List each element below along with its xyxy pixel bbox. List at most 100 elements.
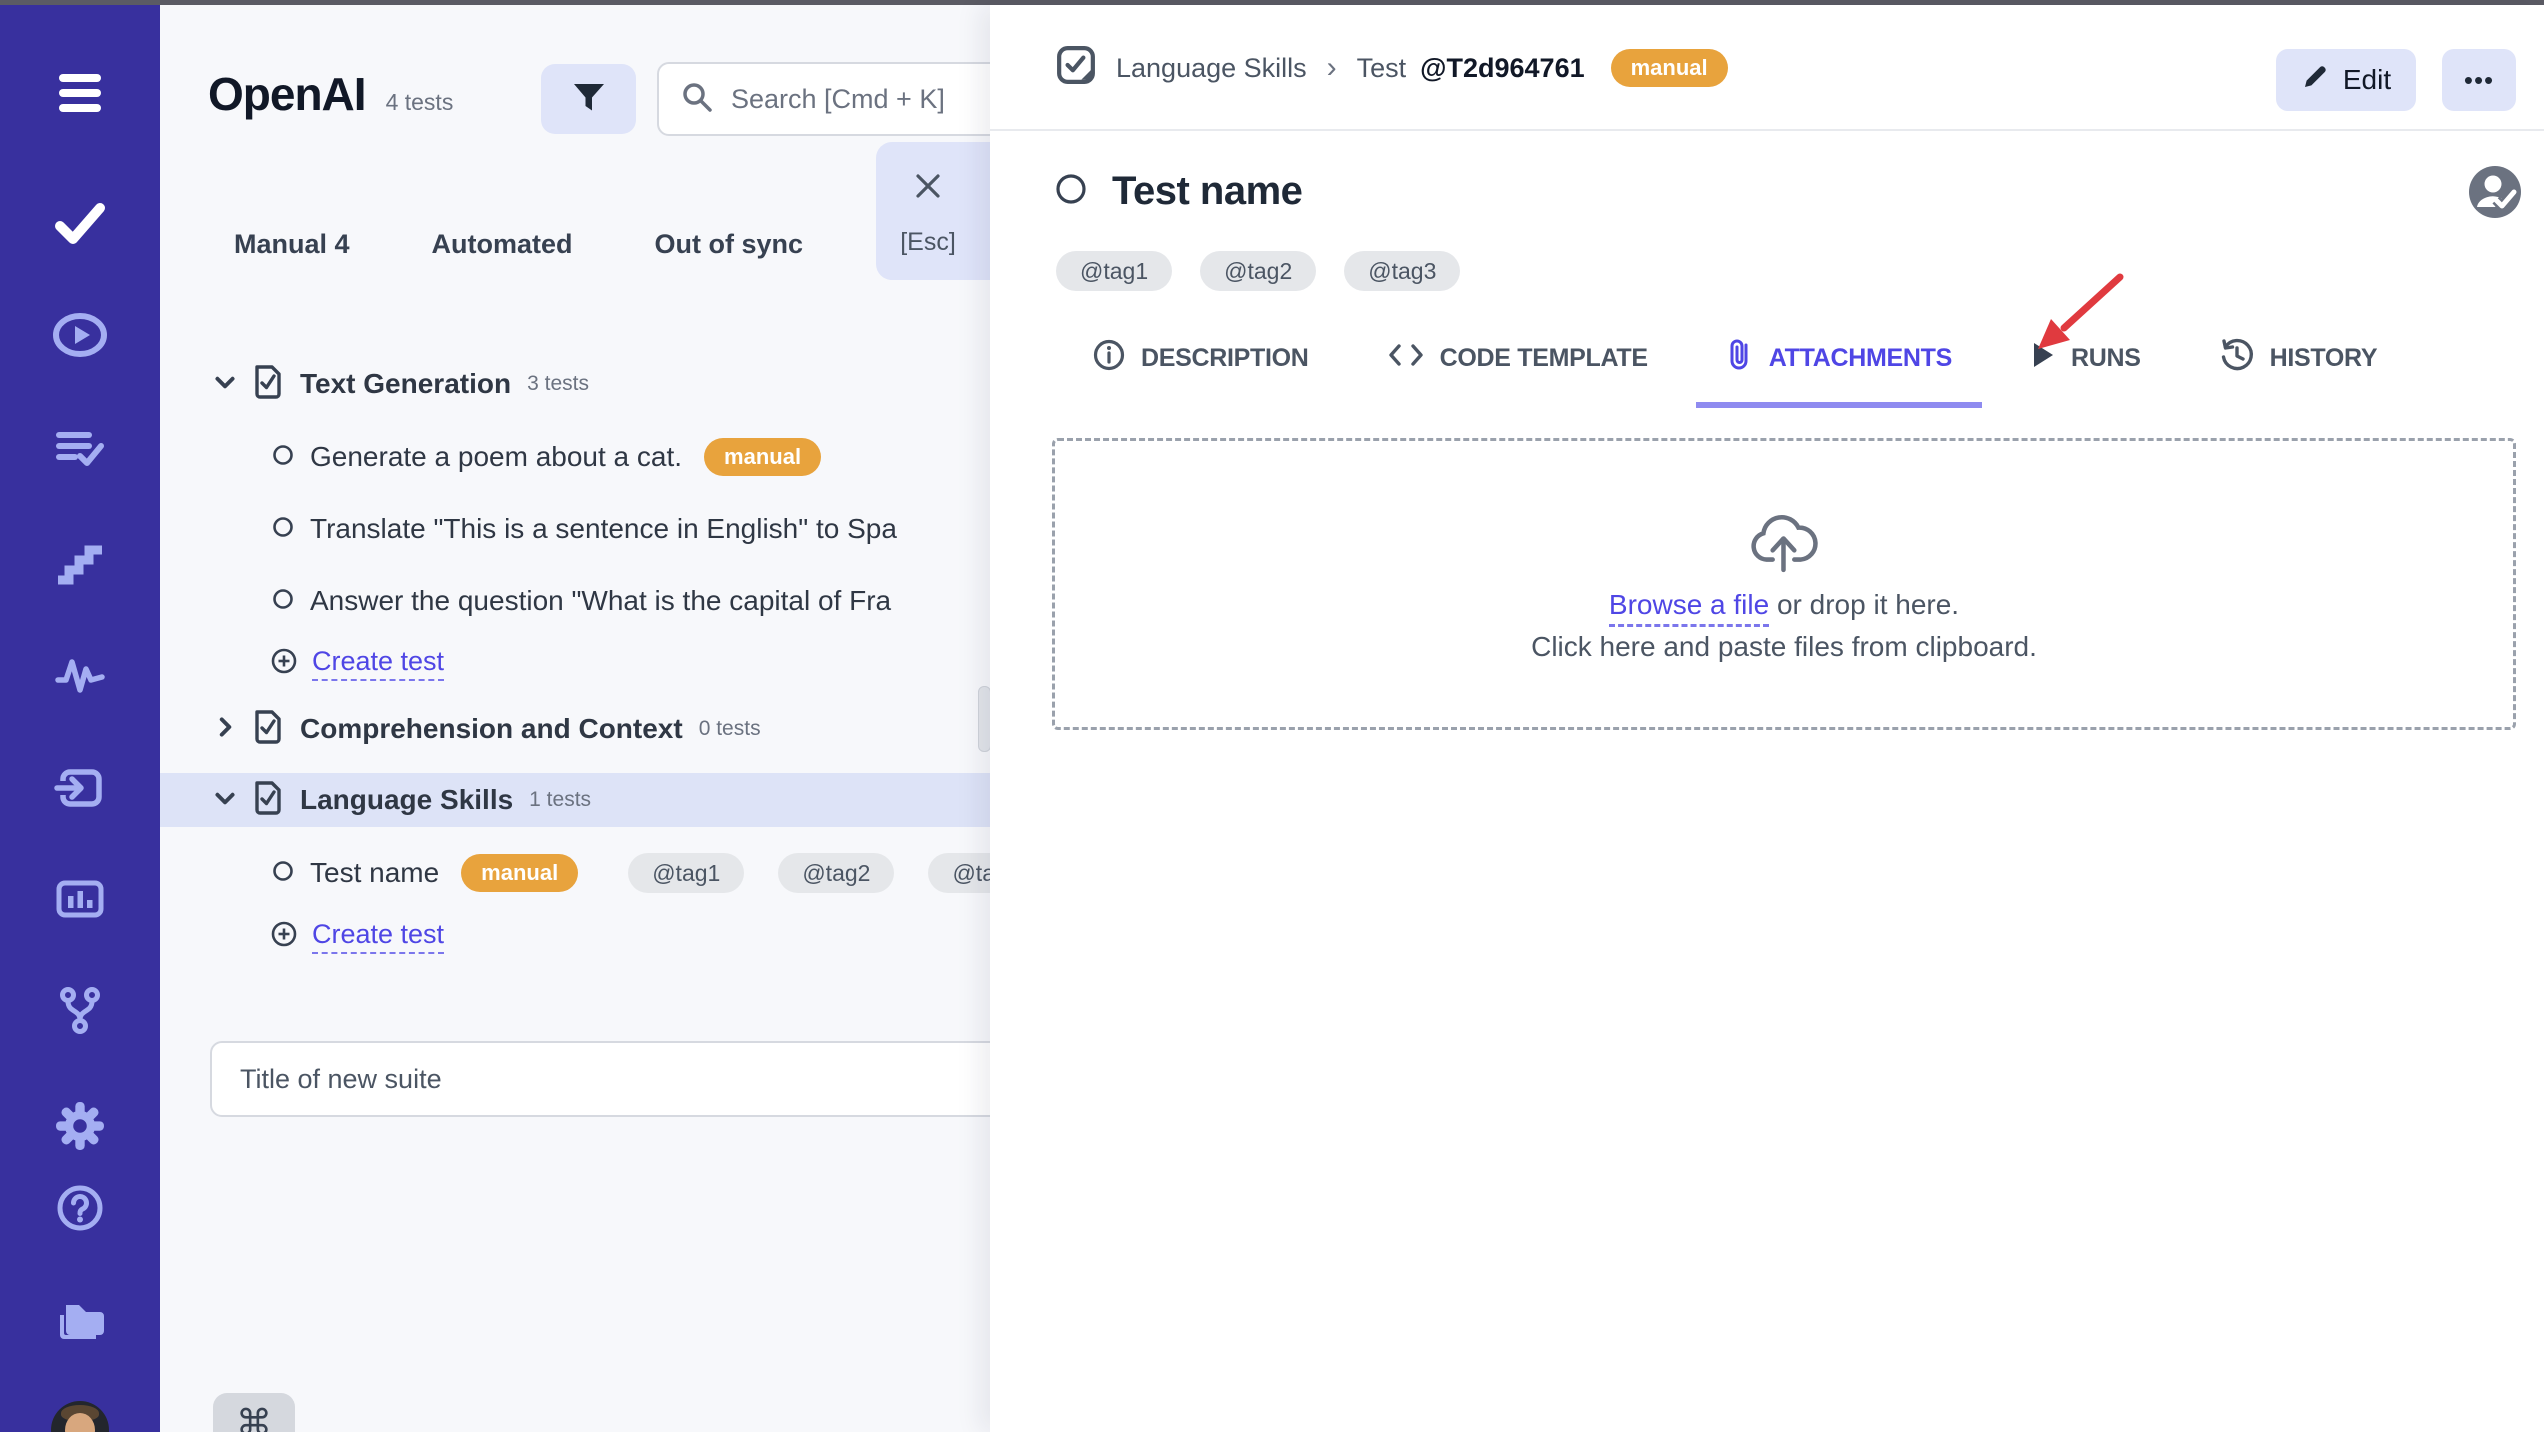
suite-row-text-generation[interactable]: Text Generation 3 tests [212,360,589,408]
suite-label: Comprehension and Context [300,713,683,744]
edit-button[interactable]: Edit [2276,49,2416,111]
tab-out-of-sync[interactable]: Out of sync [655,229,804,260]
dropzone-paste-line: Click here and paste files from clipboar… [1531,630,2037,662]
help-icon[interactable] [55,1183,105,1233]
funnel-icon [572,82,606,117]
more-options-button[interactable]: ••• [2442,49,2516,111]
suite-label: Language Skills [300,784,514,815]
test-label: Answer the question "What is the capital… [310,585,892,616]
suite-doc-icon [252,709,284,750]
test-title-row: Test name [1054,169,1303,214]
circle-status-icon [1054,172,1088,211]
edit-label: Edit [2342,64,2392,95]
chevron-down-icon[interactable] [212,369,238,400]
tab-manual[interactable]: Manual 4 [234,229,350,260]
git-branch-icon[interactable] [55,985,105,1035]
play-circle-icon[interactable] [52,312,108,358]
drop-hint-text: or drop it here. [1776,588,1960,620]
manual-badge: manual [1610,49,1728,87]
search-icon [681,81,713,118]
breadcrumb-test-label: Test [1356,52,1407,83]
tag-pill: @tag1 [1056,251,1173,291]
tag-pill: @tag3 [1344,251,1461,291]
tab-code-template[interactable]: CODE TEMPLATE [1387,337,1648,408]
breadcrumb: Language Skills › Test @T2d964761 manual [1056,5,1728,131]
circle-status-icon [272,444,294,471]
check-icon[interactable] [54,200,106,246]
task-check-icon [1056,45,1096,92]
cmd-key-badge[interactable]: ⌘ [213,1393,295,1432]
search-box[interactable] [657,62,990,136]
tag-pill: @tag3 [928,853,990,893]
tests-count: 4 tests [385,89,454,115]
chevron-right-icon[interactable] [212,714,238,745]
list-check-icon[interactable] [55,427,105,471]
test-title: Test name [1112,169,1303,213]
create-test-link[interactable]: Create test [312,646,445,681]
create-test-row[interactable]: Create test [270,912,445,960]
manual-badge: manual [461,854,579,892]
suite-label: Text Generation [300,368,512,399]
tag-pill: @tag2 [1200,251,1317,291]
tab-attachments[interactable]: ATTACHMENTS [1695,337,1983,408]
circle-status-icon [272,588,294,615]
suite-count: 0 tests [698,717,761,740]
test-row-answer[interactable]: Answer the question "What is the capital… [272,577,891,625]
breadcrumb-suite[interactable]: Language Skills [1116,53,1307,84]
file-dropzone[interactable]: Browse a file or drop it here. Click her… [1052,438,2516,730]
history-icon [2219,337,2255,380]
test-label: Translate "This is a sentence in English… [310,513,897,544]
test-tags-row: @tag1 @tag2 @tag3 [1056,251,1461,291]
esc-hint-label: [Esc] [900,228,956,256]
filter-button[interactable] [541,64,636,134]
test-label: Test name [310,857,440,888]
new-suite-title-input[interactable] [210,1041,990,1117]
test-row-translate[interactable]: Translate "This is a sentence in English… [272,505,897,553]
manual-badge: manual [704,438,822,476]
create-test-link[interactable]: Create test [312,919,445,954]
pencil-icon [2301,63,2329,98]
command-icon: ⌘ [236,1402,272,1432]
activity-icon[interactable] [55,650,105,696]
dropzone-browse-line: Browse a file or drop it here. [1608,588,1960,627]
chart-board-icon[interactable] [54,875,106,923]
suite-row-language-skills[interactable]: Language Skills 1 tests [212,776,591,824]
test-row-poem[interactable]: Generate a poem about a cat. manual [272,433,822,481]
suite-doc-icon [252,780,284,821]
circle-status-icon [272,516,294,543]
tab-automated[interactable]: Automated [432,229,573,260]
code-icon [1387,340,1425,377]
workspace-title: OpenAI [208,68,367,120]
suite-doc-icon [252,364,284,405]
chevron-down-icon[interactable] [212,785,238,816]
suite-count: 1 tests [529,788,592,811]
stairs-icon[interactable] [55,539,105,585]
info-icon [1092,338,1126,379]
tab-runs[interactable]: RUNS [2030,337,2141,408]
suite-row-comprehension[interactable]: Comprehension and Context 0 tests [212,705,761,753]
ellipsis-icon: ••• [2463,64,2495,95]
test-row-test-name[interactable]: Test name manual @tag1 @tag2 @tag3 [272,849,990,897]
create-test-row[interactable]: Create test [270,639,445,687]
play-icon [2030,340,2056,377]
user-check-icon[interactable] [2468,165,2522,224]
esc-close-popup: [Esc] [876,142,990,280]
test-detail-drawer: Language Skills › Test @T2d964761 manual… [990,5,2544,1432]
circle-status-icon [272,860,294,887]
cloud-upload-icon [1744,506,1824,579]
browse-file-link[interactable]: Browse a file [1608,588,1770,627]
breadcrumb-separator: › [1326,51,1337,84]
icon-sidebar [0,5,160,1432]
tab-description[interactable]: DESCRIPTION [1092,337,1309,408]
list-filter-tabs: Manual 4 Automated Out of sync [234,229,803,260]
list-panel-header: OpenAI 4 tests [208,67,453,121]
user-avatar-photo[interactable] [51,1401,109,1432]
sign-in-icon[interactable] [54,764,106,812]
gear-icon[interactable] [55,1101,105,1151]
tab-history[interactable]: HISTORY [2219,337,2378,408]
menu-icon[interactable] [55,70,105,116]
close-icon[interactable] [914,172,942,205]
folder-icon[interactable] [52,1293,108,1343]
list-scrollbar-thumb[interactable] [978,686,990,752]
search-input[interactable] [729,82,990,116]
